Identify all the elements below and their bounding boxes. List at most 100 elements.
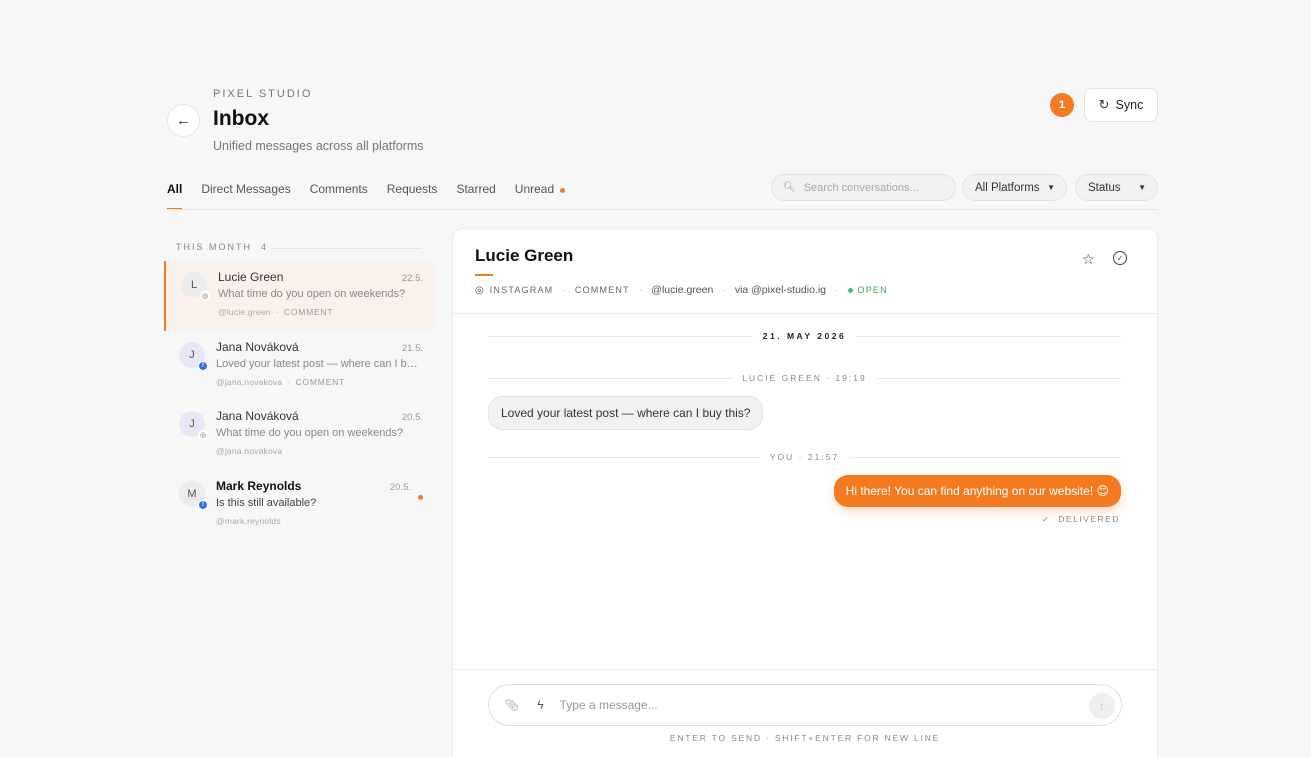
tab-label: Direct Messages	[201, 182, 291, 196]
facebook-icon: f	[198, 360, 208, 371]
composer-hint: ENTER TO SEND · SHIFT+ENTER FOR NEW LINE	[669, 733, 941, 743]
search-icon: 🔍︎	[783, 182, 796, 193]
conversation-date: 20.5.	[401, 412, 423, 423]
notification-badge[interactable]: 1	[1050, 93, 1074, 117]
search-box[interactable]: 🔍︎	[771, 174, 956, 201]
tabs-divider	[167, 209, 1158, 210]
conversation-meta: @jana.novakova	[216, 446, 423, 456]
unread-indicator	[560, 188, 566, 193]
tab-label: Comments	[309, 182, 368, 196]
incoming-message: Loved your latest post — where can I buy…	[488, 396, 764, 430]
conversation-panel: Lucie Green ◎ INSTAGRAM · COMMENT · @luc…	[452, 228, 1158, 757]
tab-label: Requests	[386, 182, 438, 196]
message-label-divider: YOU · 21:57	[488, 452, 1121, 462]
tab-label: All	[167, 182, 183, 196]
conversation-name: Jana Nováková	[216, 409, 299, 423]
conversation-list: L ◎ Lucie Green 22.5. What time do you o…	[164, 261, 435, 539]
conversation-kind: COMMENT	[283, 307, 334, 317]
conversation-date: 22.5.	[401, 273, 423, 284]
platform-select[interactable]: All Platforms ▼	[962, 174, 1067, 201]
brand-name: PIXEL STUDIO	[213, 88, 313, 100]
caret-down-icon: ▼	[1047, 183, 1055, 192]
conversation-meta: @lucie.green · COMMENT	[218, 307, 334, 317]
conversation-kind: COMMENT	[295, 376, 346, 387]
account-via: via @pixel-studio.ig	[734, 284, 827, 296]
sync-button[interactable]: ↻ Sync	[1084, 88, 1158, 122]
message-composer: 📎︎ ϟ ↑	[488, 684, 1122, 726]
platform-label: INSTAGRAM	[489, 285, 554, 295]
separator: ·	[562, 284, 566, 296]
check-icon: ✓	[1041, 514, 1051, 524]
message-label-divider: LUCIE GREEN · 19:19	[488, 373, 1122, 383]
status-dot	[847, 287, 853, 293]
conversation-item[interactable]: J ◎ Jana Nováková 20.5. What time do you…	[164, 400, 435, 470]
sync-label: Sync	[1115, 98, 1144, 112]
outgoing-message: Hi there! You can find anything on our w…	[833, 475, 1121, 507]
filter-tabs: All Direct Messages Comments Requests St…	[167, 182, 584, 210]
name-underline	[475, 274, 493, 276]
caret-down-icon: ▼	[1138, 183, 1146, 192]
tab-requests[interactable]: Requests	[387, 182, 438, 210]
type-label: COMMENT	[574, 285, 630, 295]
conversation-item[interactable]: M f Mark Reynolds 20.5. Is this still av…	[164, 470, 435, 540]
conversation-handle: @lucie.green	[218, 307, 271, 317]
conversation-item[interactable]: J f Jana Nováková 21.5. Loved your lates…	[164, 331, 435, 401]
tab-direct-messages[interactable]: Direct Messages	[201, 182, 290, 210]
instagram-icon: ◎	[475, 284, 484, 296]
conversation-meta: @mark.reynolds	[216, 516, 423, 526]
facebook-icon: f	[198, 499, 208, 510]
conversation-item[interactable]: L ◎ Lucie Green 22.5. What time do you o…	[164, 261, 435, 331]
conversation-date: 21.5.	[401, 342, 423, 354]
delivery-status: ✓ DELIVERED	[1042, 514, 1120, 525]
conversation-preview: Loved your latest post — where can I buy…	[216, 357, 422, 370]
tab-unread[interactable]: Unread	[514, 182, 566, 210]
conversation-handle: @jana.novakova	[216, 446, 283, 456]
page-title: Inbox	[213, 107, 269, 130]
back-button[interactable]: ←	[167, 104, 200, 137]
lightning-icon[interactable]: ϟ	[537, 698, 543, 712]
section-divider	[272, 248, 422, 249]
conversation-handle: @mark.reynolds	[216, 515, 281, 526]
delivered-label: DELIVERED	[1058, 514, 1120, 524]
tab-label: Unread	[514, 182, 555, 196]
star-icon[interactable]: ☆	[1082, 251, 1095, 268]
status-badge: OPEN	[857, 285, 888, 295]
conversation-name: Jana Nováková	[216, 339, 299, 354]
page-subtitle: Unified messages across all platforms	[213, 139, 424, 153]
composer-area: 📎︎ ϟ ↑ ENTER TO SEND · SHIFT+ENTER FOR N…	[453, 669, 1157, 757]
send-button[interactable]: ↑	[1089, 693, 1115, 719]
section-title: THIS MONTH	[176, 242, 252, 252]
tab-comments[interactable]: Comments	[310, 182, 368, 210]
section-label: THIS MONTH 4	[176, 242, 268, 252]
conversation-date: 20.5.	[389, 481, 411, 493]
instagram-icon: ◎	[198, 430, 208, 440]
separator: ·	[835, 284, 839, 296]
tab-all[interactable]: All	[167, 182, 183, 210]
conversation-preview: Is this still available?	[216, 496, 317, 509]
paperclip-icon[interactable]: 📎︎	[504, 698, 519, 712]
arrow-up-icon: ↑	[1099, 699, 1105, 713]
separator: ·	[638, 284, 643, 296]
date-label: 21. MAY 2026	[762, 331, 847, 341]
conversation-meta: @jana.novakova · COMMENT	[216, 376, 346, 387]
check-circle-icon[interactable]: ✓	[1113, 251, 1127, 265]
search-input[interactable]	[803, 181, 954, 194]
conversation-meta-row: ◎ INSTAGRAM · COMMENT · @lucie.green · v…	[475, 284, 888, 296]
tab-starred[interactable]: Starred	[456, 182, 495, 210]
message-input[interactable]	[559, 698, 1060, 712]
conversation-preview: What time do you open on weekends?	[218, 288, 406, 300]
conversation-handle: @jana.novakova	[216, 376, 283, 387]
section-count: 4	[261, 242, 269, 252]
contact-name: Lucie Green	[475, 246, 574, 265]
conversation-header: Lucie Green ◎ INSTAGRAM · COMMENT · @luc…	[453, 229, 1157, 314]
platform-select-label: All Platforms	[975, 181, 1040, 194]
status-select-label: Status	[1088, 181, 1121, 194]
date-divider: 21. MAY 2026	[488, 331, 1121, 341]
outgoing-label: YOU · 21:57	[769, 452, 840, 462]
incoming-label: LUCIE GREEN · 19:19	[742, 373, 867, 383]
unread-indicator	[418, 494, 423, 500]
conversation-preview: What time do you open on weekends?	[216, 427, 404, 439]
status-select[interactable]: Status ▼	[1075, 174, 1158, 201]
tab-label: Starred	[456, 182, 496, 196]
arrow-left-icon: ←	[176, 112, 191, 129]
